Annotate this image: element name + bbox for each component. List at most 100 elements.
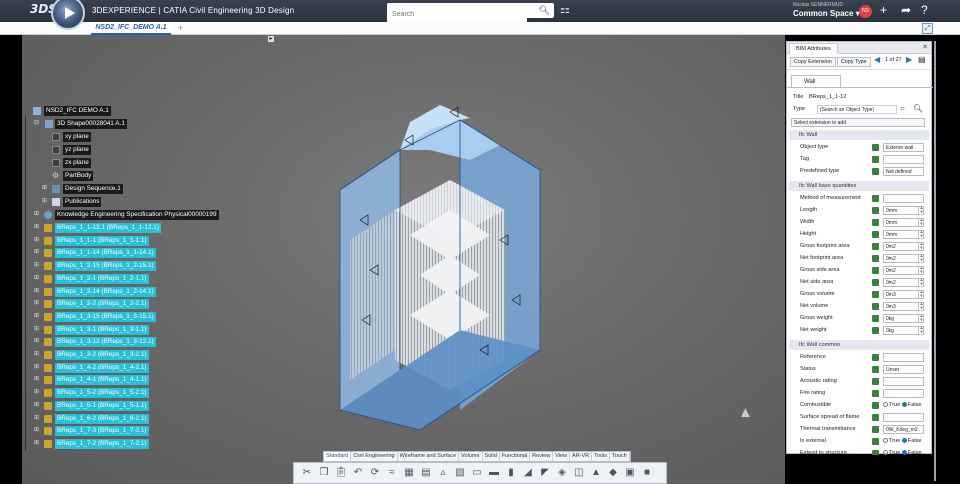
prev-icon[interactable]: ◀ (874, 55, 880, 64)
attribute-field[interactable]: Unset (883, 365, 924, 374)
select-extension-dropdown[interactable]: Select extension to add (791, 118, 925, 127)
toolbar-tab[interactable]: View (553, 452, 571, 461)
expand-icon[interactable]: ⊞ (41, 185, 48, 192)
attribute-field[interactable]: Exterior wall (883, 143, 924, 152)
formula-icon[interactable] (872, 354, 879, 361)
expand-icon[interactable]: ⊞ (33, 275, 40, 282)
formula-icon[interactable] (872, 438, 879, 445)
expand-icon[interactable]: ⊞ (33, 415, 40, 422)
measure-icon[interactable]: ≈ (385, 466, 399, 480)
copy-type-button[interactable]: Copy Type (837, 57, 871, 67)
radio-false[interactable] (901, 450, 907, 455)
scrollbar[interactable] (934, 41, 936, 481)
spinner-icon[interactable]: ▲ ▼ (918, 326, 924, 335)
roof-icon[interactable]: ◢ (521, 466, 535, 480)
radio-icon[interactable]: ○ (900, 104, 905, 113)
section-header[interactable]: Ifc Wall base quantities (789, 181, 929, 191)
search-input[interactable] (387, 7, 527, 22)
ifc-icon[interactable]: ◈ (555, 466, 569, 480)
collab-space-selector[interactable]: Common Space ▾ (793, 9, 860, 18)
expand-icon[interactable]: ⊞ (33, 300, 40, 307)
expand-icon[interactable]: ⊞ (33, 288, 40, 295)
toolbar-tab[interactable]: Civil Engineering (351, 452, 398, 461)
brep-icon[interactable]: ◫ (572, 466, 586, 480)
attribute-field[interactable] (883, 389, 924, 398)
new-tab-icon[interactable]: + (178, 23, 183, 33)
attribute-field[interactable] (883, 155, 924, 164)
formula-icon[interactable] (872, 168, 879, 175)
undo-icon[interactable]: ↶ (351, 466, 365, 480)
formula-icon[interactable] (872, 414, 879, 421)
spinner-icon[interactable]: ▲ ▼ (918, 290, 924, 299)
formula-icon[interactable] (872, 255, 879, 262)
formula-icon[interactable] (872, 144, 879, 151)
formula-icon[interactable] (872, 426, 879, 433)
column-icon[interactable]: ▮ (504, 466, 518, 480)
spinner-icon[interactable]: ▲ ▼ (918, 278, 924, 287)
expand-icon[interactable]: ⊞ (33, 351, 40, 358)
check-icon[interactable]: ■ (640, 466, 654, 480)
formula-icon[interactable] (872, 279, 879, 286)
lock-icon[interactable]: ▵ (436, 466, 450, 480)
toolbar-tab[interactable]: Standard (324, 452, 352, 461)
expand-icon[interactable]: ⊞ (33, 376, 40, 383)
wall-icon[interactable]: ▧ (453, 466, 467, 480)
spinner-icon[interactable]: ▲ ▼ (918, 302, 924, 311)
formula-icon[interactable] (872, 207, 879, 214)
export-icon[interactable]: ▣ (623, 466, 637, 480)
search-type-icon[interactable]: 🔍︎ (913, 104, 923, 113)
spinner-icon[interactable]: ▲ ▼ (918, 314, 924, 323)
spinner-icon[interactable]: ▲ ▼ (918, 206, 924, 215)
next-icon[interactable]: ▶ (906, 55, 912, 64)
expand-icon[interactable]: ⊞ (41, 198, 48, 205)
classify-icon[interactable]: ▲ (589, 466, 603, 480)
attribute-icon[interactable]: ◆ (606, 466, 620, 480)
paste-icon[interactable]: 📋︎ (334, 466, 348, 480)
stair-icon[interactable]: ◤ (538, 466, 552, 480)
expand-icon[interactable]: ⊞ (33, 389, 40, 396)
3d-model[interactable] (300, 90, 570, 430)
tab-nsd2-ifc-demo[interactable]: NSD2_IFC_DEMO A.1 (91, 22, 171, 35)
radio-false[interactable] (901, 438, 907, 444)
expand-icon[interactable]: ⊞ (33, 249, 40, 256)
attribute-field[interactable] (883, 377, 924, 386)
attribute-field[interactable] (883, 353, 924, 362)
expand-icon[interactable]: ⊞ (33, 237, 40, 244)
tag-icon[interactable]: ⚏ (560, 3, 570, 16)
toolbar-tab[interactable]: Functional (500, 452, 531, 461)
formula-icon[interactable] (872, 366, 879, 373)
formula-icon[interactable] (872, 195, 879, 202)
formula-icon[interactable] (872, 327, 879, 334)
grid-icon[interactable]: ▦ (402, 466, 416, 480)
toolbar-tab[interactable]: AR-VR (570, 452, 593, 461)
formula-icon[interactable] (872, 315, 879, 322)
formula-icon[interactable] (872, 156, 879, 163)
add-icon[interactable]: + (880, 3, 887, 17)
section-header[interactable]: Ifc Wall common (789, 340, 929, 350)
formula-icon[interactable] (872, 291, 879, 298)
panel-title[interactable]: BIM Attributes (789, 43, 838, 54)
toolbar-tab[interactable]: Solid (483, 452, 500, 461)
building-icon[interactable]: ▤ (419, 466, 433, 480)
boolean-choice[interactable]: True False (883, 438, 922, 444)
expand-icon[interactable]: ⊞ (33, 211, 40, 218)
toolbar-tab[interactable]: Wireframe and Surface (398, 452, 460, 461)
expand-icon[interactable]: ⊞ (33, 427, 40, 434)
expand-icon[interactable]: ⊞ (33, 262, 40, 269)
cut-icon[interactable]: ✂ (300, 466, 314, 480)
list-icon[interactable]: ▤ (918, 55, 926, 64)
search-box[interactable]: 🔍︎ (387, 3, 554, 22)
collapse-icon[interactable]: ⊟ (33, 120, 40, 127)
formula-icon[interactable] (872, 303, 879, 310)
expand-icon[interactable]: ⊞ (33, 402, 40, 409)
radio-true[interactable] (883, 450, 888, 455)
radio-true[interactable] (883, 402, 888, 408)
expand-icon[interactable]: ⊞ (33, 224, 40, 231)
attribute-field[interactable]: 0W_Kdeg_m2 (883, 425, 924, 434)
attribute-field[interactable] (883, 413, 924, 422)
robot-compass-icon[interactable]: ▲ (738, 404, 753, 421)
section-header[interactable]: Ifc Wall (789, 130, 929, 140)
spinner-icon[interactable]: ▲ ▼ (918, 266, 924, 275)
expand-icon[interactable]: ⊞ (33, 313, 40, 320)
beam-icon[interactable]: ▬ (487, 466, 501, 480)
